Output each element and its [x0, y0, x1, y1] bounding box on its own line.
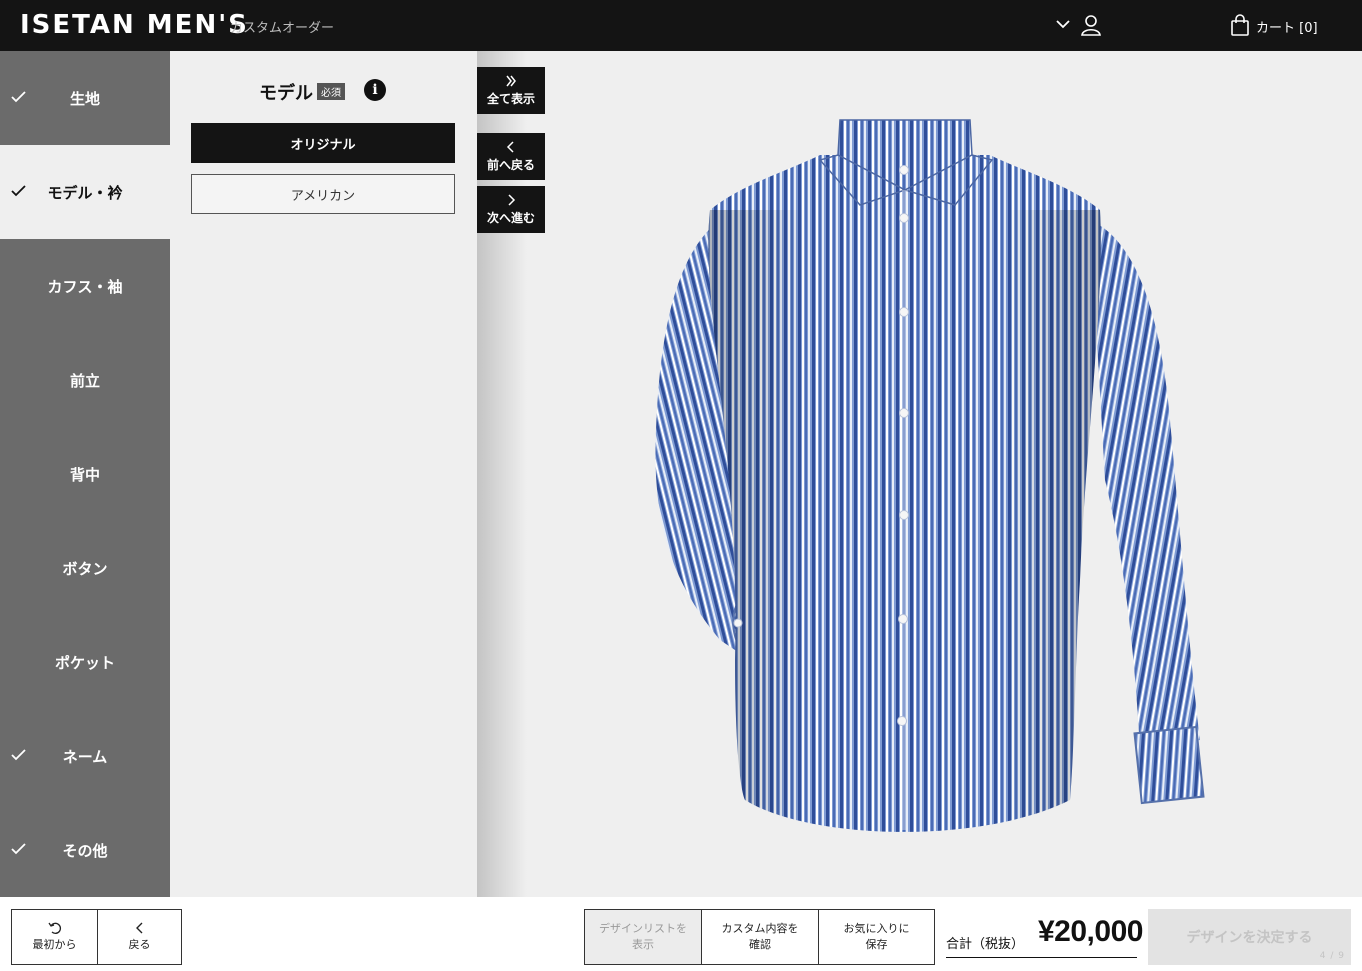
- panel-title: モデル: [259, 83, 313, 104]
- info-icon[interactable]: i: [364, 79, 386, 101]
- sidebar-item-model-collar[interactable]: モデル・衿: [0, 145, 170, 239]
- design-list-label-1: デザインリストを: [599, 922, 687, 935]
- check-icon: [11, 843, 26, 855]
- check-icon: [11, 185, 26, 197]
- total-underline: [946, 957, 1137, 958]
- favorite-label-1: お気に入りに: [843, 922, 910, 935]
- sidebar-item-back[interactable]: 背中: [0, 427, 170, 521]
- chevron-right-icon: [508, 193, 516, 206]
- save-favorite-button[interactable]: お気に入りに 保存: [818, 909, 935, 965]
- show-all-label: 全て表示: [486, 91, 535, 106]
- sidebar-item-cuffs-sleeves[interactable]: カフス・袖: [0, 239, 170, 333]
- user-icon[interactable]: [1080, 14, 1102, 36]
- design-list-label-2: 表示: [632, 938, 654, 951]
- category-sidebar: 生地 モデル・衿 カフス・袖 前立 背中 ボタン ポケット ネーム その他: [0, 51, 170, 897]
- sidebar-item-name[interactable]: ネーム: [0, 709, 170, 803]
- shirt-preview[interactable]: [560, 100, 1320, 860]
- double-chevron-right-icon: [506, 75, 516, 86]
- sidebar-item-label: 前立: [69, 371, 100, 390]
- option-american[interactable]: アメリカン: [191, 174, 455, 214]
- sidebar-item-label: モデル・衿: [47, 183, 123, 202]
- bottom-bar: 最初から 戻る デザインリストを 表示 カスタム内容を 確認 お気に入りに 保存…: [0, 897, 1362, 971]
- cart-link[interactable]: カート [0]: [1256, 17, 1318, 36]
- chevron-down-icon[interactable]: [1055, 16, 1071, 32]
- confirm-label-1: カスタム内容を: [721, 922, 799, 935]
- sidebar-item-label: 背中: [69, 465, 100, 484]
- sidebar-item-label: ボタン: [62, 559, 108, 578]
- show-all-button[interactable]: 全て表示: [477, 67, 545, 114]
- favorite-label-2: 保存: [865, 938, 888, 951]
- sidebar-item-label: ネーム: [62, 747, 108, 766]
- top-header: ISETAN MEN'S カスタムオーダー カート [0]: [0, 0, 1362, 51]
- chevron-left-icon: [506, 140, 514, 153]
- options-panel: モデル 必須 i オリジナル アメリカン: [170, 51, 477, 897]
- prev-label: 前へ戻る: [486, 157, 535, 172]
- sidebar-item-other[interactable]: その他: [0, 803, 170, 897]
- next-label: 次へ進む: [486, 210, 535, 225]
- decide-design-button[interactable]: デザインを決定する 4 / 9: [1148, 909, 1351, 965]
- sidebar-item-pocket[interactable]: ポケット: [0, 615, 170, 709]
- restart-label: 最初から: [32, 938, 77, 951]
- back-button[interactable]: 戻る: [97, 909, 182, 965]
- chevron-left-icon: [135, 922, 142, 934]
- right-sleeve: [1090, 220, 1200, 750]
- sidebar-item-label: ポケット: [54, 653, 115, 672]
- sidebar-item-label: その他: [62, 841, 108, 860]
- check-icon: [11, 749, 26, 761]
- total-label: 合計（税抜）: [946, 937, 1025, 952]
- total-price: ¥20,000: [1038, 915, 1143, 948]
- sidebar-item-fabric[interactable]: 生地: [0, 51, 170, 145]
- brand-logo[interactable]: ISETAN MEN'S: [20, 10, 249, 40]
- restart-button[interactable]: 最初から: [11, 909, 98, 965]
- step-indicator: 4 / 9: [1319, 951, 1345, 961]
- right-cuff: [1133, 725, 1205, 805]
- next-button[interactable]: 次へ進む: [477, 186, 545, 233]
- confirm-label-2: 確認: [749, 938, 771, 951]
- required-badge: 必須: [317, 83, 345, 100]
- decide-label: デザインを決定する: [1186, 930, 1313, 946]
- confirm-custom-button[interactable]: カスタム内容を 確認: [701, 909, 819, 965]
- design-list-button[interactable]: デザインリストを 表示: [584, 909, 702, 965]
- back-label: 戻る: [128, 938, 151, 951]
- option-original[interactable]: オリジナル: [191, 123, 455, 163]
- prev-button[interactable]: 前へ戻る: [477, 133, 545, 180]
- sidebar-item-label: 生地: [69, 89, 100, 108]
- header-subtitle: カスタムオーダー: [230, 21, 335, 36]
- sidebar-item-label: カフス・袖: [47, 277, 123, 296]
- check-icon: [11, 91, 26, 103]
- sidebar-item-placket[interactable]: 前立: [0, 333, 170, 427]
- sidebar-item-buttons[interactable]: ボタン: [0, 521, 170, 615]
- undo-icon: [47, 922, 61, 934]
- shopping-bag-icon[interactable]: [1230, 14, 1250, 36]
